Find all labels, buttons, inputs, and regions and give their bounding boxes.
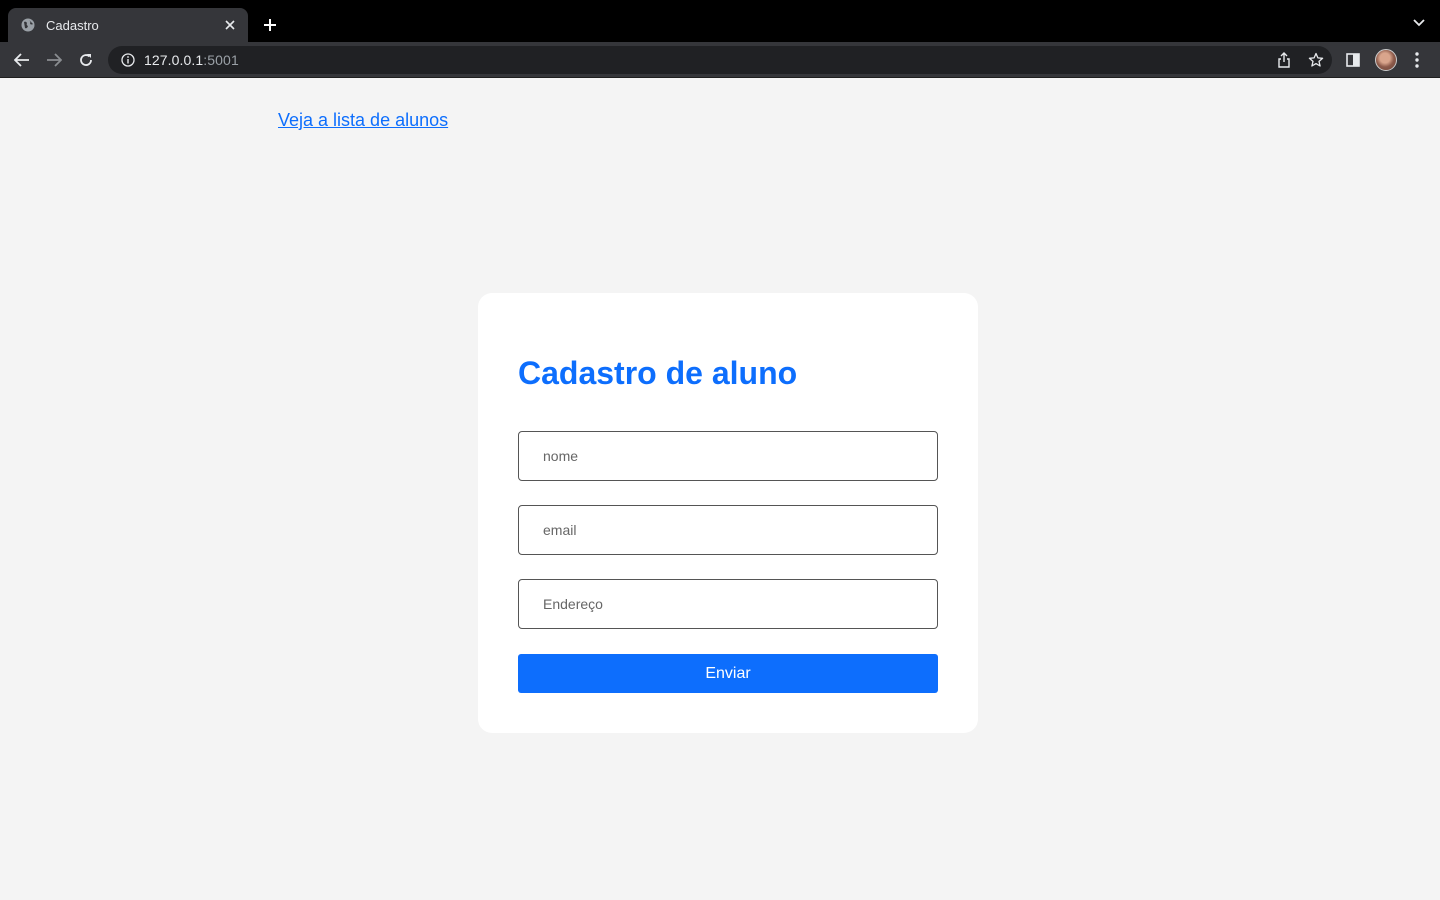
star-icon[interactable] bbox=[1300, 46, 1332, 74]
email-input[interactable] bbox=[518, 505, 938, 555]
tab-title: Cadastro bbox=[46, 17, 99, 33]
kebab-menu-icon[interactable] bbox=[1405, 48, 1429, 72]
browser-toolbar: 127.0.0.1:5001 bbox=[0, 42, 1440, 78]
back-arrow-icon[interactable] bbox=[10, 48, 34, 72]
chevron-down-icon[interactable] bbox=[1410, 14, 1428, 32]
form-title: Cadastro de aluno bbox=[518, 355, 798, 391]
address-input[interactable] bbox=[518, 579, 938, 629]
submit-button[interactable]: Enviar bbox=[518, 654, 938, 693]
browser-tab[interactable]: Cadastro bbox=[8, 8, 248, 42]
profile-avatar[interactable] bbox=[1375, 49, 1397, 71]
plus-icon[interactable] bbox=[258, 13, 282, 37]
address-bar[interactable]: 127.0.0.1:5001 bbox=[108, 46, 1332, 74]
info-icon[interactable] bbox=[120, 52, 136, 68]
tab-strip: Cadastro bbox=[0, 0, 1440, 42]
side-panel-icon[interactable] bbox=[1341, 48, 1365, 72]
url-port: :5001 bbox=[203, 52, 239, 68]
forward-arrow-icon[interactable] bbox=[42, 48, 66, 72]
student-list-link[interactable]: Veja a lista de alunos bbox=[278, 110, 448, 131]
name-input[interactable] bbox=[518, 431, 938, 481]
url-text: 127.0.0.1:5001 bbox=[144, 52, 239, 68]
registration-card: Cadastro de aluno Enviar bbox=[478, 293, 978, 733]
share-icon[interactable] bbox=[1268, 46, 1300, 74]
close-icon[interactable] bbox=[222, 17, 238, 33]
reload-icon[interactable] bbox=[74, 48, 98, 72]
globe-icon bbox=[20, 17, 36, 33]
url-host: 127.0.0.1 bbox=[144, 52, 204, 68]
